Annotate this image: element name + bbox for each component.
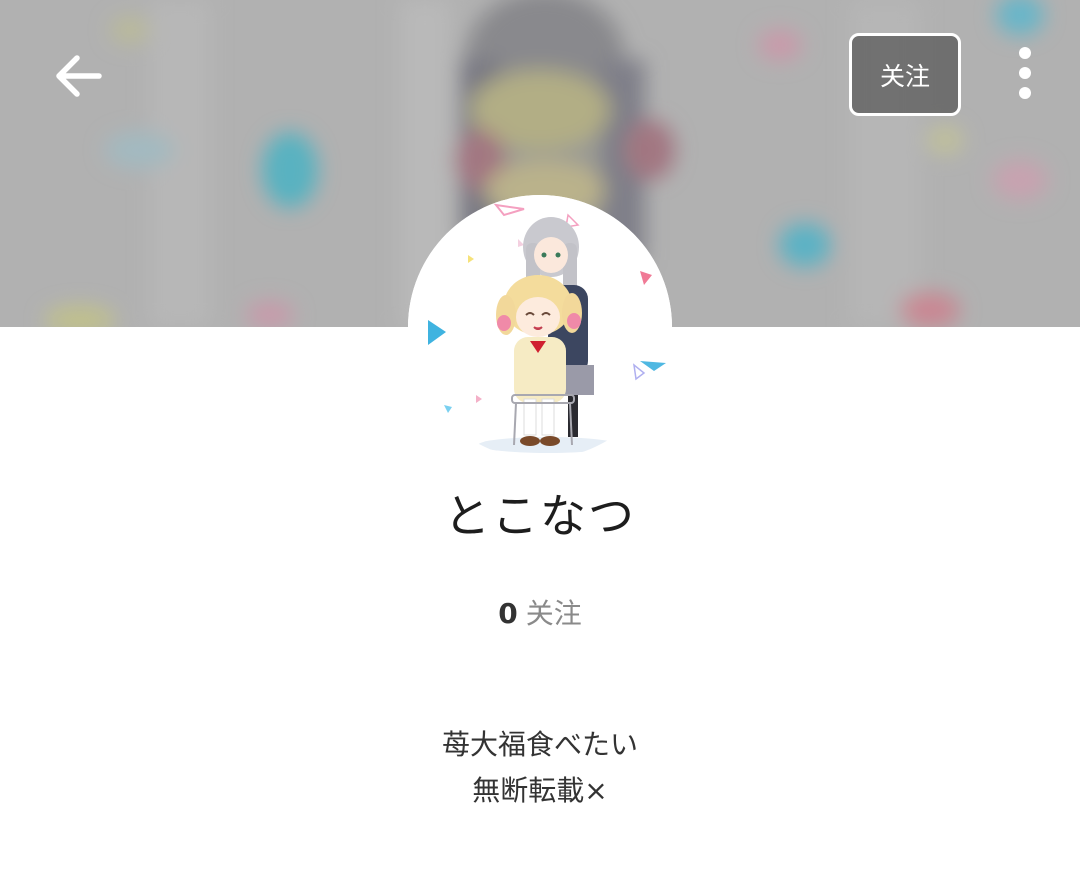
more-vertical-icon-dot [1019, 87, 1031, 99]
back-button[interactable] [40, 38, 116, 114]
username: とこなつ [444, 489, 636, 543]
follow-button[interactable]: 关注 [849, 33, 961, 116]
following-stats[interactable]: 0 关注 [0, 592, 1080, 632]
arrow-left-icon [56, 55, 102, 97]
bio-line: 無断転載× [472, 774, 608, 807]
following-label: 关注 [525, 597, 582, 630]
following-count: 0 [498, 597, 518, 630]
bio-line: 苺大福食べたい [441, 728, 638, 761]
more-vertical-icon-dot [1019, 47, 1031, 59]
avatar-artwork [408, 195, 672, 459]
profile-bio: 苺大福食べたい 無断転載× [0, 722, 1080, 814]
more-vertical-icon-dot [1019, 67, 1031, 79]
avatar[interactable] [408, 195, 672, 459]
more-options-button[interactable] [1000, 42, 1050, 104]
